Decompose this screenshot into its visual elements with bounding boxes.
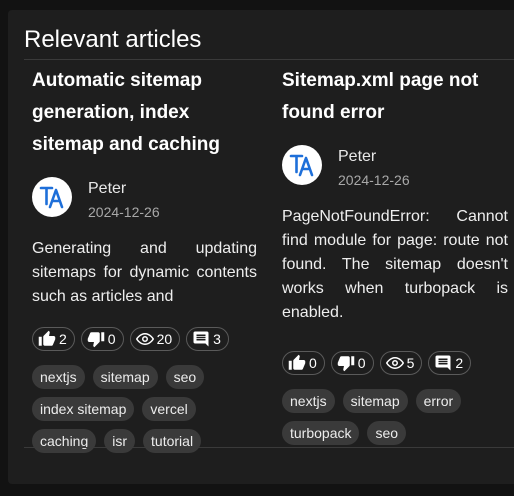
- publish-date: 2024-12-26: [338, 172, 410, 188]
- article-description: Generating and updating sitemaps for dyn…: [32, 240, 257, 305]
- comments-button[interactable]: 2: [428, 351, 472, 375]
- tag-chip[interactable]: turbopack: [282, 421, 360, 445]
- like-button[interactable]: 2: [32, 327, 75, 351]
- tag-chip[interactable]: nextjs: [32, 365, 85, 389]
- divider: [24, 59, 514, 60]
- comment-icon: [435, 355, 451, 371]
- section-title: Relevant articles: [24, 26, 202, 53]
- avatar-monogram-icon: [289, 154, 314, 177]
- avatar[interactable]: [32, 177, 72, 217]
- divider: [24, 447, 514, 448]
- avatar-monogram-icon: [39, 186, 64, 209]
- tag-chip[interactable]: index sitemap: [32, 397, 135, 421]
- dislike-count: 0: [107, 331, 116, 347]
- like-button[interactable]: 0: [282, 351, 325, 375]
- stats-row: 2 0 20 3: [32, 327, 257, 351]
- article-card[interactable]: Automatic sitemap generation, index site…: [32, 65, 257, 461]
- tag-chip[interactable]: seo: [165, 365, 205, 389]
- publish-date: 2024-12-26: [88, 204, 160, 220]
- avatar[interactable]: [282, 145, 322, 185]
- author-row: Peter 2024-12-26: [32, 177, 257, 221]
- comment-count: 2: [455, 355, 464, 371]
- comment-icon: [193, 331, 209, 347]
- tag-chip[interactable]: caching: [32, 429, 97, 453]
- tag-chip[interactable]: seo: [367, 421, 407, 445]
- tag-chip[interactable]: vercel: [142, 397, 196, 421]
- view-count: 20: [156, 331, 173, 347]
- dislike-button[interactable]: 0: [330, 351, 374, 375]
- tag-chip[interactable]: sitemap: [342, 389, 408, 413]
- eye-icon: [135, 332, 154, 346]
- comments-button[interactable]: 3: [186, 327, 229, 351]
- thumb-up-icon: [288, 354, 306, 370]
- tag-chip[interactable]: sitemap: [92, 365, 158, 389]
- views-counter: 5: [379, 351, 423, 375]
- tag-chip[interactable]: isr: [104, 429, 136, 453]
- comment-count: 3: [213, 331, 221, 347]
- view-count: 5: [406, 355, 415, 371]
- article-title[interactable]: Sitemap.xml page not found error: [282, 65, 508, 129]
- author-row: Peter 2024-12-26: [282, 145, 508, 189]
- stats-row: 0 0 5 2: [282, 351, 508, 375]
- dislike-count: 0: [357, 355, 366, 371]
- views-counter: 20: [129, 327, 181, 351]
- like-count: 0: [309, 355, 317, 371]
- tag-list: nextjs sitemap error turbopack seo: [282, 389, 508, 453]
- article-title[interactable]: Automatic sitemap generation, index site…: [32, 65, 257, 161]
- like-count: 2: [59, 331, 67, 347]
- tag-chip[interactable]: tutorial: [143, 429, 202, 453]
- eye-icon: [385, 356, 404, 370]
- thumb-up-icon: [38, 330, 56, 346]
- article-description: PageNotFoundError: Cannot find module fo…: [282, 208, 508, 321]
- author-name[interactable]: Peter: [338, 147, 410, 167]
- author-name[interactable]: Peter: [88, 179, 160, 199]
- tag-chip[interactable]: error: [415, 389, 462, 413]
- article-card[interactable]: Sitemap.xml page not found error Peter 2…: [282, 65, 508, 453]
- thumb-down-icon: [337, 356, 355, 372]
- dislike-button[interactable]: 0: [80, 327, 124, 351]
- tag-chip[interactable]: nextjs: [282, 389, 335, 413]
- thumb-down-icon: [87, 332, 105, 348]
